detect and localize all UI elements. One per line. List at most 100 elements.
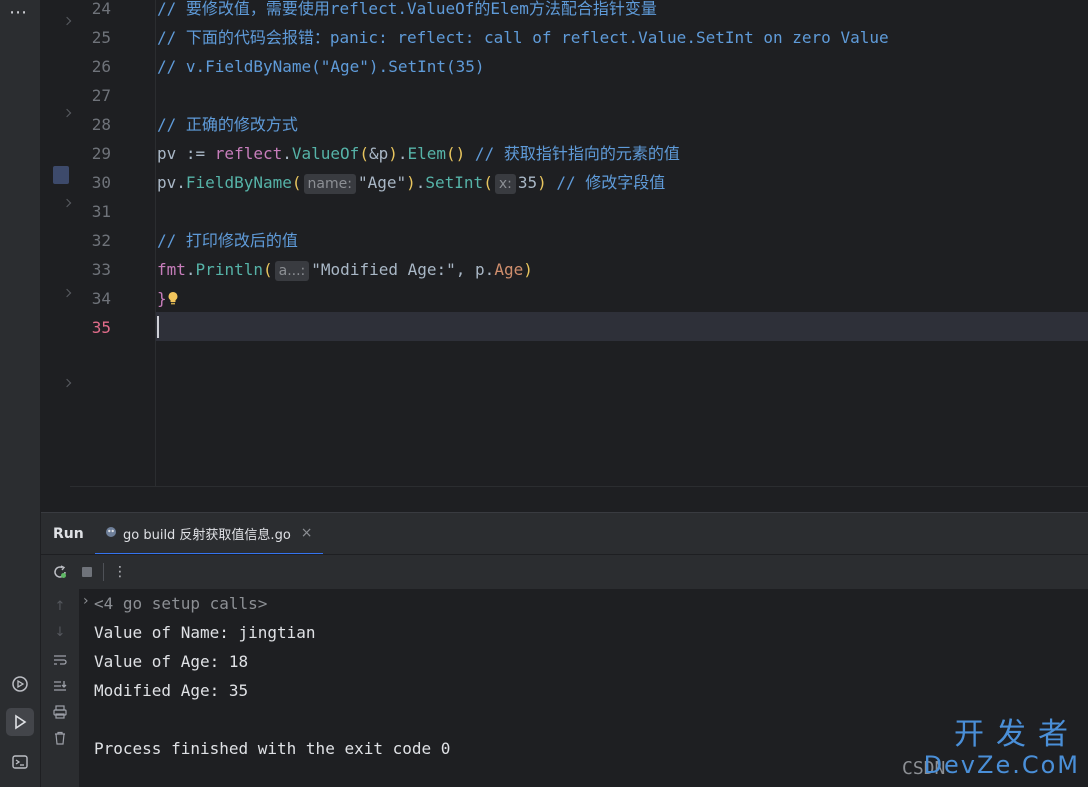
current-line-highlight (70, 312, 1088, 341)
line-number[interactable]: 25 (71, 23, 111, 52)
code-token: Age (494, 260, 524, 279)
devze-watermark: 开发者 DevZe.CoM (923, 717, 1080, 779)
line-number[interactable]: 34 (71, 284, 111, 313)
code-token: // 获取指针指向的元素的值 (465, 144, 680, 163)
arrow-down-icon[interactable]: ↓ (51, 623, 69, 641)
code-token: . (282, 144, 292, 163)
console-line: Value of Age: 18 (94, 652, 249, 671)
code-token: ValueOf (291, 144, 360, 163)
rerun-icon[interactable] (51, 563, 69, 581)
run-tab[interactable]: go build 反射获取值信息.go × (95, 513, 323, 555)
line-number[interactable]: 30 (71, 168, 111, 197)
more-icon[interactable]: ⋯ (9, 2, 28, 23)
code-line[interactable]: // 要修改值，需要使用reflect.ValueOf的Elem方法配合指针变量 (157, 0, 657, 23)
code-token: 35 (517, 173, 538, 192)
code-token: . (397, 144, 408, 163)
text-caret (157, 316, 159, 338)
run-tool-icon[interactable] (6, 708, 34, 736)
code-editor[interactable]: // 要修改值，需要使用reflect.ValueOf的Elem方法配合指针变量… (41, 0, 1088, 511)
watermark-en: DevZe.CoM (923, 751, 1080, 779)
stop-icon[interactable] (78, 563, 96, 581)
code-token: // 下面的代码会报错：panic: reflect: call of refl… (157, 28, 889, 47)
fold-marker-icon[interactable] (62, 198, 72, 208)
code-line[interactable]: // 打印修改后的值 (157, 226, 298, 255)
code-token: ) (388, 144, 398, 163)
console-line: <4 go setup calls> (94, 594, 268, 613)
line-number[interactable]: 28 (71, 110, 111, 139)
line-number[interactable]: 27 (71, 81, 111, 110)
code-token: } (157, 289, 167, 308)
code-token: . (185, 260, 196, 279)
code-token: ( (291, 173, 302, 192)
soft-wrap-icon[interactable] (51, 651, 69, 669)
toolbar-separator (103, 563, 104, 581)
lightbulb-icon[interactable] (167, 289, 179, 308)
code-line[interactable]: } (157, 284, 179, 313)
console-line: Process finished with the exit code 0 (94, 739, 451, 758)
code-token: FieldByName (185, 173, 292, 192)
code-token: ( (359, 144, 369, 163)
code-token: // 要修改值，需要使用reflect.ValueOf的Elem方法配合指针变量 (157, 0, 657, 18)
trash-icon[interactable] (51, 729, 69, 747)
parameter-hint: x: (494, 174, 516, 194)
more-actions-icon[interactable]: ⋮ (111, 563, 129, 581)
fold-marker-icon[interactable] (62, 378, 72, 388)
code-token: "Age" (357, 173, 407, 192)
code-line[interactable]: // 下面的代码会报错：panic: reflect: call of refl… (157, 23, 889, 52)
code-token: // 打印修改后的值 (157, 231, 298, 250)
arrow-up-icon[interactable]: ↑ (51, 597, 69, 615)
line-number[interactable]: 35 (71, 313, 111, 342)
editor-bottom-bar (70, 486, 1088, 511)
code-token: Elem (407, 144, 447, 163)
code-token: ) (523, 260, 533, 279)
code-token: ( (262, 260, 273, 279)
close-tab-icon[interactable]: × (301, 525, 313, 541)
fold-marker-icon[interactable] (62, 288, 72, 298)
line-number[interactable]: 26 (71, 52, 111, 81)
code-token: fmt (157, 260, 186, 279)
code-token: Println (195, 260, 263, 279)
line-number[interactable]: 33 (71, 255, 111, 284)
code-line[interactable]: // 正确的修改方式 (157, 110, 298, 139)
run-side-toolbar: ↑ ↓ (41, 589, 79, 787)
code-line[interactable]: // v.FieldByName("Age").SetInt(35) (157, 52, 485, 81)
code-token: // 修改字段值 (546, 173, 666, 192)
code-line[interactable]: pv.FieldByName(name: "Age").SetInt(x: 35) … (157, 168, 665, 197)
run-toolbar: ⋮ (41, 554, 1088, 589)
line-number[interactable]: 32 (71, 226, 111, 255)
code-token: () (446, 144, 466, 163)
services-icon[interactable] (6, 670, 34, 698)
console-line: Value of Name: jingtian (94, 623, 316, 642)
code-line[interactable]: pv := reflect.ValueOf(&p).Elem() // 获取指针… (157, 139, 680, 168)
run-tab-label: go build 反射获取值信息.go (123, 527, 291, 543)
code-token: . (415, 173, 426, 192)
watermark-cn: 开发者 (954, 717, 1080, 752)
fold-marker-icon[interactable] (62, 16, 72, 26)
code-token: pv := (157, 144, 215, 163)
bookmark-marker[interactable] (53, 166, 69, 184)
code-token: "Modified Age:" (311, 260, 456, 279)
code-token: // 正确的修改方式 (157, 115, 298, 134)
code-token: &p (368, 144, 389, 163)
parameter-hint: a...: (274, 261, 310, 281)
code-token: reflect (214, 144, 283, 163)
console-line: Modified Age: 35 (94, 681, 249, 700)
fold-marker-icon[interactable] (62, 108, 72, 118)
scroll-to-end-icon[interactable] (51, 677, 69, 695)
code-token: pv. (157, 173, 186, 192)
line-number[interactable]: 29 (71, 139, 111, 168)
terminal-icon[interactable] (6, 748, 34, 776)
line-number[interactable]: 31 (71, 197, 111, 226)
run-panel-title: Run (53, 526, 84, 542)
code-token: SetInt (425, 173, 484, 192)
activity-bar: ⋯ (0, 0, 41, 787)
code-token: , p. (455, 260, 495, 279)
parameter-hint: name: (303, 174, 356, 194)
line-number[interactable]: 24 (71, 0, 111, 23)
go-file-icon (105, 526, 117, 541)
expand-calls-icon[interactable]: › (83, 593, 89, 609)
code-token: ( (483, 173, 493, 192)
code-line[interactable]: fmt.Println(a...: "Modified Age:", p.Age) (157, 255, 533, 284)
code-token: ) (537, 173, 547, 192)
print-icon[interactable] (51, 703, 69, 721)
